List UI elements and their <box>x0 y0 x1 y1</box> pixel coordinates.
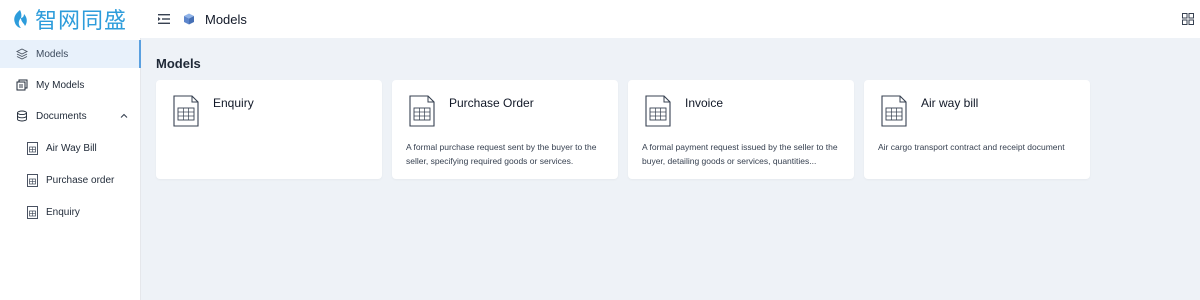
model-card-enquiry[interactable]: Enquiry <box>156 80 382 179</box>
card-description: Air cargo transport contract and receipt… <box>878 142 1065 152</box>
sidebar-item-enquiry[interactable]: Enquiry <box>0 198 141 226</box>
spreadsheet-document-icon <box>645 95 671 127</box>
sidebar: Models My Models Documents Air Way Bill … <box>0 38 141 300</box>
layers-icon <box>15 47 29 61</box>
sidebar-item-label: Documents <box>36 110 87 122</box>
chevron-up-icon[interactable] <box>119 111 129 121</box>
card-title: Invoice <box>685 96 724 110</box>
brand[interactable]: 智网同盛 <box>0 0 141 38</box>
document-icon <box>25 141 39 155</box>
cube-icon <box>183 12 197 26</box>
sidebar-item-air-way-bill[interactable]: Air Way Bill <box>0 134 141 162</box>
spreadsheet-document-icon <box>881 95 907 127</box>
spreadsheet-document-icon <box>409 95 435 127</box>
card-description: A formal payment request issued by the s… <box>642 142 838 166</box>
document-icon <box>25 173 39 187</box>
model-card-invoice[interactable]: Invoice A formal payment request issued … <box>628 80 854 179</box>
database-icon <box>15 109 29 123</box>
brand-name: 智网同盛 <box>35 9 128 34</box>
sidebar-item-label: Models <box>36 48 69 60</box>
sidebar-item-label: My Models <box>36 79 85 91</box>
card-title: Air way bill <box>921 96 979 110</box>
top-header: 智网同盛 Models <box>0 0 1200 38</box>
sidebar-item-label: Purchase order <box>46 174 115 186</box>
card-title: Enquiry <box>213 96 254 110</box>
sidebar-item-label: Enquiry <box>46 206 80 218</box>
model-card-air-way-bill[interactable]: Air way bill Air cargo transport contrac… <box>864 80 1090 179</box>
card-description: A formal purchase request sent by the bu… <box>406 142 597 166</box>
flame-logo-icon <box>8 7 32 31</box>
menu-fold-icon[interactable] <box>153 8 175 30</box>
sidebar-item-purchase-order[interactable]: Purchase order <box>0 166 141 194</box>
page-title: Models <box>156 56 201 71</box>
app-root: 智网同盛 Models Models My Models Documents A… <box>0 0 1200 300</box>
sidebar-item-my-models[interactable]: My Models <box>0 71 141 99</box>
document-icon <box>25 205 39 219</box>
sidebar-item-label: Air Way Bill <box>46 142 97 154</box>
sidebar-item-documents[interactable]: Documents <box>0 102 141 130</box>
spreadsheet-document-icon <box>173 95 199 127</box>
card-title: Purchase Order <box>449 96 534 110</box>
model-card-purchase-order[interactable]: Purchase Order A formal purchase request… <box>392 80 618 179</box>
breadcrumb: Models <box>183 12 247 27</box>
sidebar-item-models[interactable]: Models <box>0 40 141 68</box>
grid-apps-icon[interactable] <box>1182 12 1196 26</box>
stack-icon <box>15 78 29 92</box>
breadcrumb-current[interactable]: Models <box>205 12 247 27</box>
